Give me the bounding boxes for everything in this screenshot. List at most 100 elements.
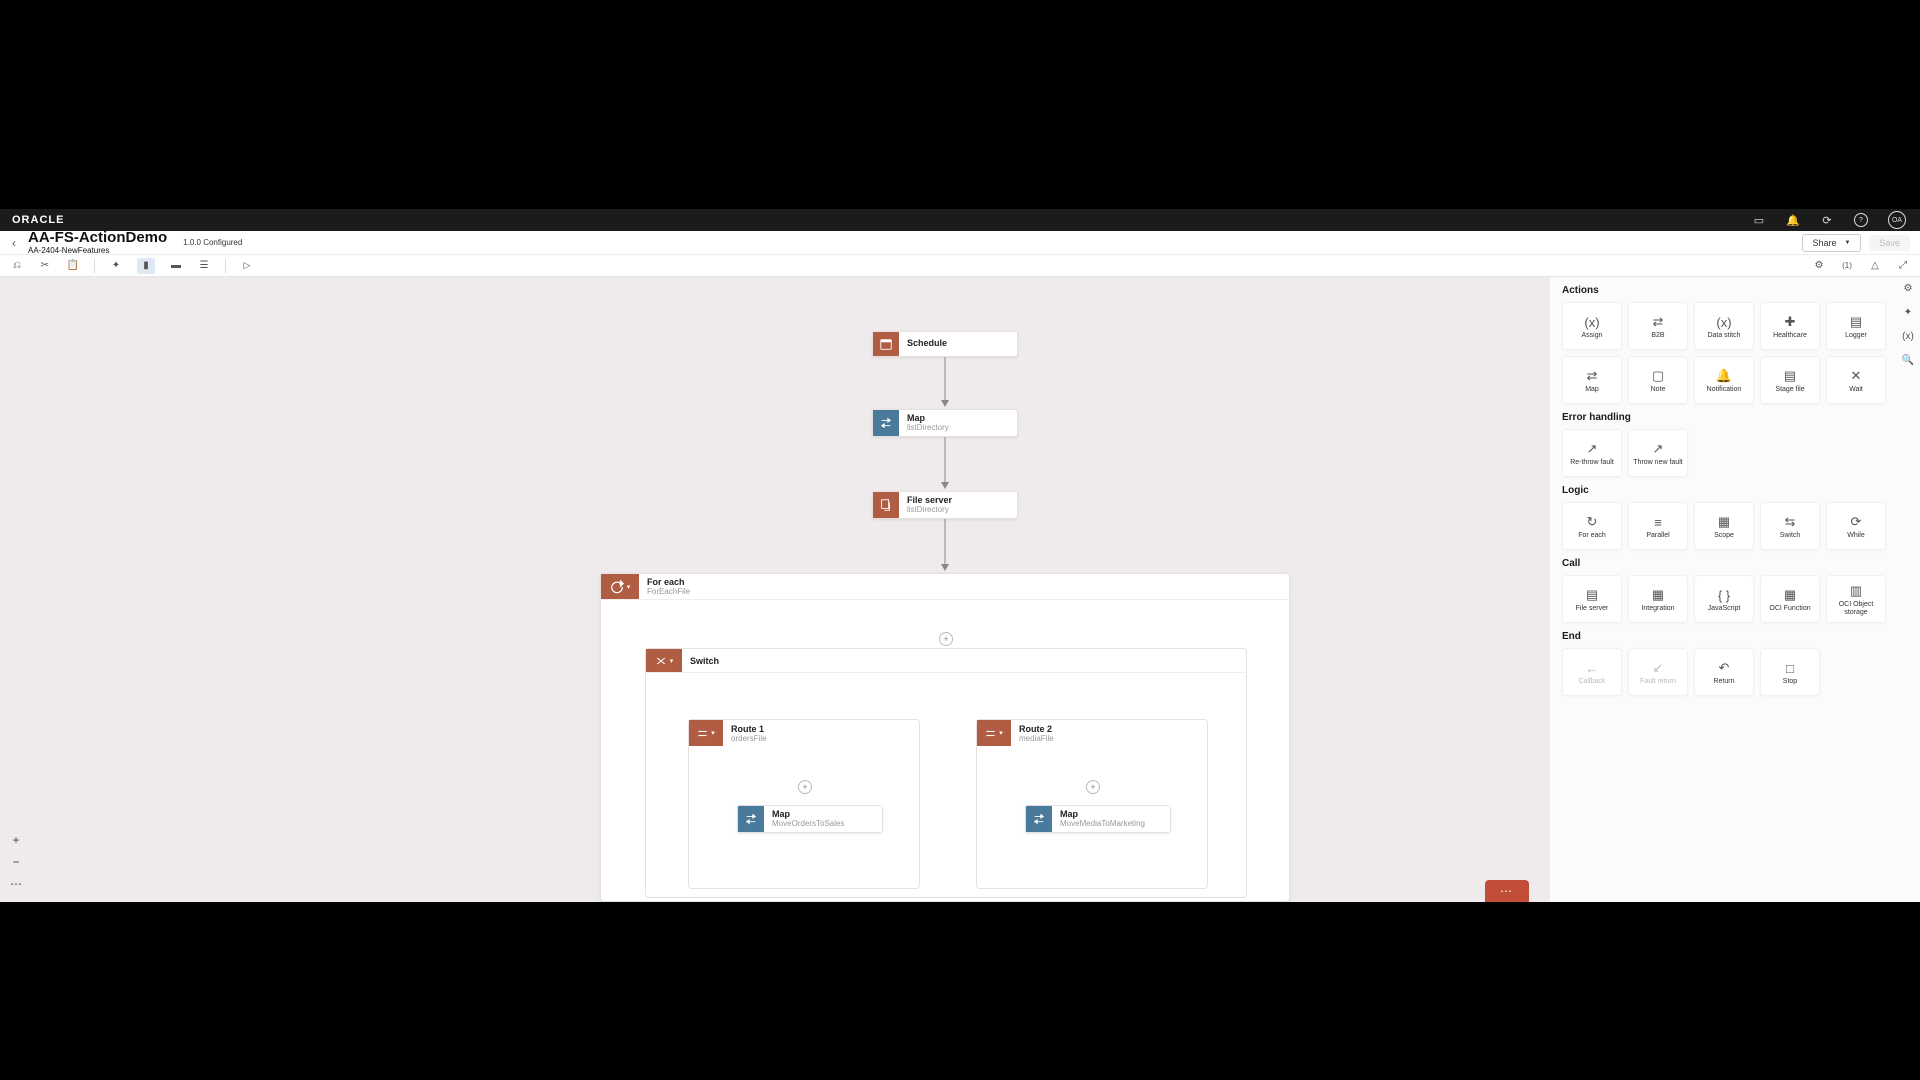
calendar-icon — [873, 332, 899, 356]
fault-return-icon: ↙ — [1653, 658, 1664, 678]
section-logic: Logic — [1562, 485, 1910, 496]
node-map-route2[interactable]: MapMoveMediaToMarketing — [1025, 805, 1171, 833]
tile-javascript[interactable]: { }JavaScript — [1694, 575, 1754, 623]
for-each-icon: ↻ — [1587, 512, 1598, 532]
group-switch[interactable]: ▾ Switch ▾ Route 1ordersFile — [645, 648, 1247, 898]
layout-horizontal-icon[interactable]: ▬ — [169, 259, 183, 273]
map-icon — [1026, 806, 1052, 832]
add-button[interactable]: + — [798, 780, 812, 794]
errors-drawer-toggle[interactable]: ⋯ — [1485, 880, 1529, 902]
wait-icon: ✕ — [1851, 366, 1862, 386]
group-route1[interactable]: ▾ Route 1ordersFile + MapMoveOrdersToSal… — [688, 719, 920, 889]
brand-logo: ORACLE — [12, 214, 64, 226]
tile-data-stitch[interactable]: (x)Data stitch — [1694, 302, 1754, 350]
tile-re-throw-fault[interactable]: ↗Re-throw fault — [1562, 429, 1622, 477]
settings-icon[interactable]: ⚙ — [1812, 259, 1826, 273]
issues-count[interactable]: (1) — [1840, 259, 1854, 273]
b2b-icon: ⇄ — [1653, 312, 1664, 332]
rail-settings-icon[interactable]: ⚙ — [1901, 281, 1915, 295]
stop-icon: □ — [1786, 658, 1794, 678]
tile-oci-object-storage[interactable]: ▥OCI Object storage — [1826, 575, 1886, 623]
zoom-more-button[interactable]: ⋯ — [8, 876, 24, 892]
foreach-icon: ▾ — [601, 574, 639, 599]
canvas[interactable]: Schedule MaplistDirectory File serverlis… — [0, 277, 1549, 902]
route-icon: ▾ — [977, 720, 1011, 746]
back-button[interactable]: ‹ — [0, 236, 28, 250]
stage-file-icon: ▤ — [1784, 366, 1796, 386]
share-button[interactable]: Share — [1802, 234, 1862, 252]
user-avatar[interactable]: OA — [1888, 211, 1906, 229]
throw-new-fault-icon: ↗ — [1653, 439, 1664, 459]
group-foreach[interactable]: ▾ For eachForEachFile + ▾ Switch — [600, 573, 1290, 902]
tile-while[interactable]: ⟳While — [1826, 502, 1886, 550]
tile-oci-function[interactable]: ▦OCI Function — [1760, 575, 1820, 623]
expand-icon[interactable]: ⤢ — [1896, 259, 1910, 273]
layout-list-icon[interactable]: ☰ — [197, 259, 211, 273]
data-stitch-icon: (x) — [1716, 312, 1731, 332]
node-schedule[interactable]: Schedule — [872, 331, 1018, 357]
tile-callback: ←Callback — [1562, 648, 1622, 696]
tile-scope[interactable]: ▦Scope — [1694, 502, 1754, 550]
tile-stage-file[interactable]: ▤Stage file — [1760, 356, 1820, 404]
help-icon[interactable]: ? — [1854, 213, 1868, 227]
paste-icon[interactable]: 📋 — [66, 259, 80, 273]
switch-icon: ▾ — [646, 649, 682, 672]
tile-assign[interactable]: (x)Assign — [1562, 302, 1622, 350]
integration-icon: ▦ — [1652, 585, 1664, 605]
save-button[interactable]: Save — [1869, 235, 1910, 251]
node-map-listdirectory[interactable]: MaplistDirectory — [872, 409, 1018, 437]
tile-for-each[interactable]: ↻For each — [1562, 502, 1622, 550]
side-rail: ⚙ ✦ (x) 🔍 — [1896, 277, 1920, 367]
node-file-server[interactable]: File serverlistDirectory — [872, 491, 1018, 519]
warnings-icon[interactable]: △ — [1868, 259, 1882, 273]
section-actions: Actions — [1562, 285, 1910, 296]
tile-wait[interactable]: ✕Wait — [1826, 356, 1886, 404]
cut-icon[interactable]: ✂ — [38, 259, 52, 273]
refresh-icon[interactable]: ⟳ — [1820, 213, 1834, 227]
tile-logger[interactable]: ▤Logger — [1826, 302, 1886, 350]
layout-vertical-icon[interactable]: ▮ — [137, 258, 155, 274]
node-map-route1[interactable]: MapMoveOrdersToSales — [737, 805, 883, 833]
file-server-icon: ▤ — [1586, 585, 1598, 605]
tile-b2b[interactable]: ⇄B2B — [1628, 302, 1688, 350]
zoom-in-button[interactable]: + — [8, 832, 24, 848]
notifications-icon[interactable]: 🔔 — [1786, 213, 1800, 227]
tile-notification[interactable]: 🔔Notification — [1694, 356, 1754, 404]
notification-icon: 🔔 — [1716, 366, 1732, 386]
healthcare-icon: ✚ — [1785, 312, 1796, 332]
tile-map[interactable]: ⇄Map — [1562, 356, 1622, 404]
tile-note[interactable]: ▢Note — [1628, 356, 1688, 404]
section-end: End — [1562, 631, 1910, 642]
rail-search-icon[interactable]: 🔍 — [1901, 353, 1915, 367]
tile-return[interactable]: ↶Return — [1694, 648, 1754, 696]
switch-icon: ⇆ — [1785, 512, 1796, 532]
add-button[interactable]: + — [1086, 780, 1100, 794]
return-icon: ↶ — [1719, 658, 1730, 678]
auto-layout-icon[interactable]: ✦ — [109, 259, 123, 273]
scope-icon: ▦ — [1718, 512, 1730, 532]
tile-stop[interactable]: □Stop — [1760, 648, 1820, 696]
tile-file-server[interactable]: ▤File server — [1562, 575, 1622, 623]
rail-vars-icon[interactable]: (x) — [1901, 329, 1915, 343]
rail-actions-icon[interactable]: ✦ — [1901, 305, 1915, 319]
tile-throw-new-fault[interactable]: ↗Throw new fault — [1628, 429, 1688, 477]
group-route2[interactable]: ▾ Route 2mediaFile + MapMoveMediaToMarke… — [976, 719, 1208, 889]
undo-icon[interactable]: ⎌ — [10, 259, 24, 273]
oci-function-icon: ▦ — [1784, 585, 1796, 605]
re-throw-fault-icon: ↗ — [1587, 439, 1598, 459]
section-error: Error handling — [1562, 412, 1910, 423]
run-icon[interactable]: ▷ — [240, 259, 254, 273]
while-icon: ⟳ — [1851, 512, 1862, 532]
oci-object-storage-icon: ▥ — [1850, 581, 1862, 601]
tile-parallel[interactable]: ≡Parallel — [1628, 502, 1688, 550]
tile-integration[interactable]: ▦Integration — [1628, 575, 1688, 623]
page-title: AA-FS-ActionDemo — [28, 230, 167, 245]
announcements-icon[interactable]: ▭ — [1752, 213, 1766, 227]
tile-healthcare[interactable]: ✚Healthcare — [1760, 302, 1820, 350]
tile-switch[interactable]: ⇆Switch — [1760, 502, 1820, 550]
map-icon — [738, 806, 764, 832]
zoom-out-button[interactable]: − — [8, 854, 24, 870]
global-header: ORACLE ▭ 🔔 ⟳ ? OA — [0, 209, 1920, 231]
page-subtitle: AA-2404-NewFeatures — [28, 246, 167, 255]
add-button[interactable]: + — [939, 632, 953, 646]
